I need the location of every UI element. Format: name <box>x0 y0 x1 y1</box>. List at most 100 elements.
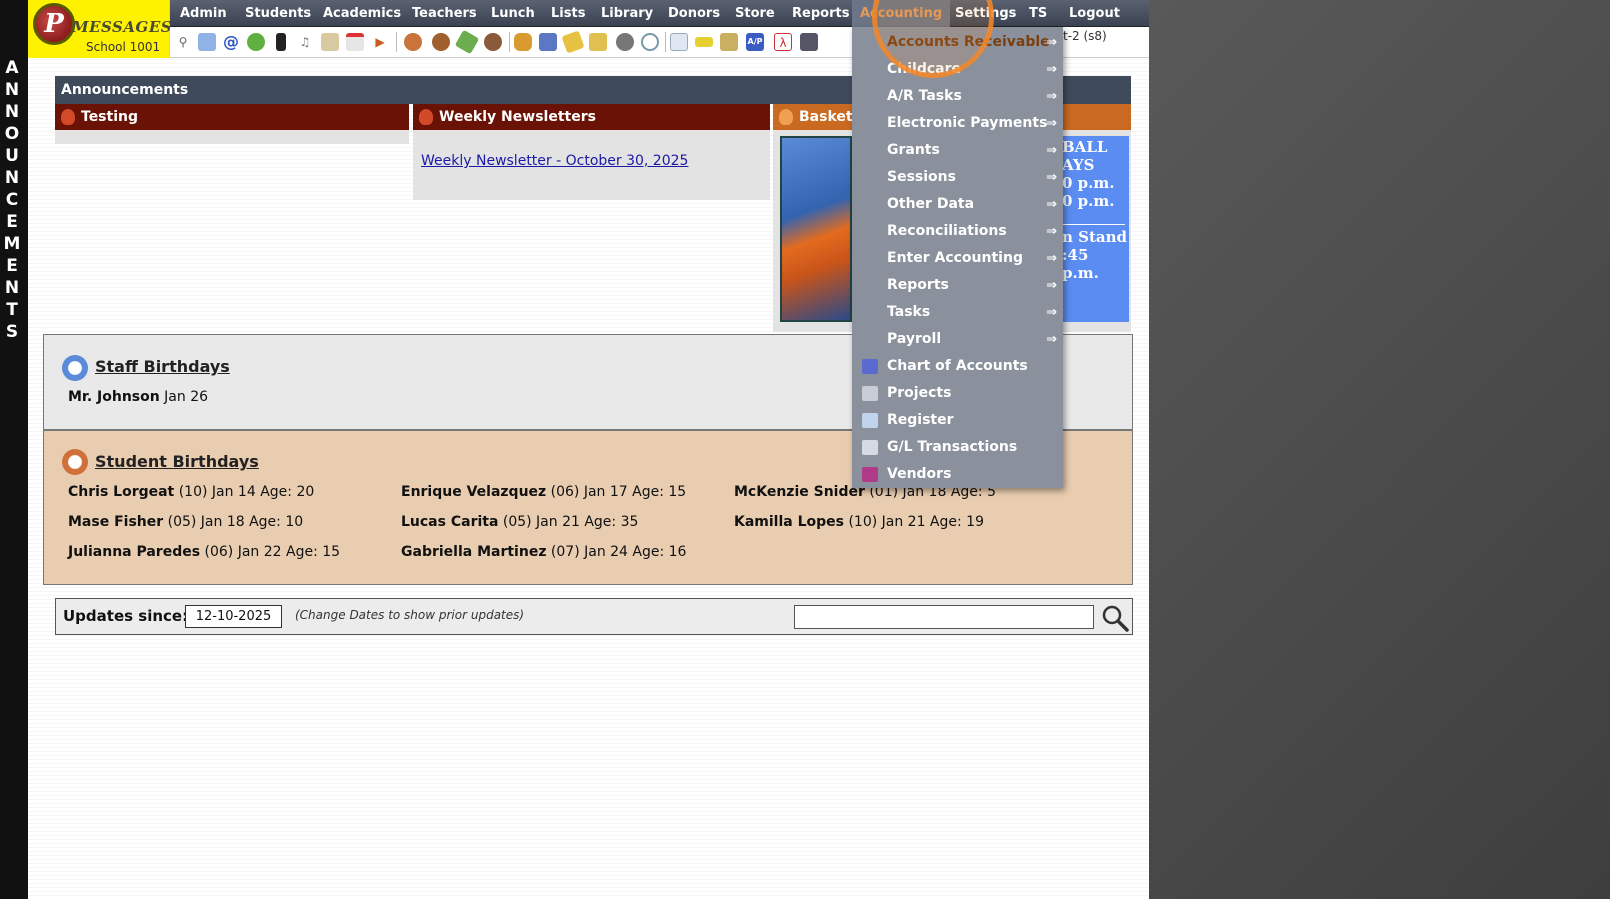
staff-birthday-entry: Mr. Johnson Jan 26 <box>68 389 208 405</box>
updates-date-input[interactable]: 12-10-2025 <box>185 605 282 628</box>
phone-icon[interactable] <box>276 33 286 51</box>
menu-item-a-r-tasks[interactable]: A/R Tasks ⇒ <box>852 83 1063 110</box>
student-birthday-detail: (06) Jan 17 Age: 15 <box>546 484 687 500</box>
submenu-arrow-icon: ⇒ <box>1046 278 1057 293</box>
menu-item-sessions[interactable]: Sessions ⇒ <box>852 164 1063 191</box>
calendar-icon[interactable] <box>346 33 364 51</box>
announcement-testing-header: Testing <box>55 104 409 130</box>
nav-students[interactable]: Students <box>245 0 311 27</box>
app-logo[interactable]: P MESSAGES School 1001 <box>28 0 173 58</box>
announcement-testing-body <box>55 130 409 144</box>
nav-lists[interactable]: Lists <box>551 0 585 27</box>
updates-hint: (Change Dates to show prior updates) <box>295 608 525 622</box>
nav-library[interactable]: Library <box>601 0 653 27</box>
menu-item-reports[interactable]: Reports ⇒ <box>852 272 1063 299</box>
grid-icon[interactable] <box>670 33 688 51</box>
menu-item-chart-of-accounts[interactable]: Chart of Accounts <box>852 353 1063 380</box>
pdf-icon[interactable]: λ <box>774 33 792 51</box>
document-icon[interactable] <box>321 33 339 51</box>
schedule-divider <box>1062 224 1125 225</box>
menu-item-label: Grants <box>887 142 940 158</box>
clock-icon[interactable] <box>641 33 659 51</box>
speaker-icon[interactable]: ♫ <box>296 33 314 51</box>
nav-store[interactable]: Store <box>735 0 775 27</box>
student-birthdays-title[interactable]: Student Birthdays <box>95 452 259 471</box>
card-icon[interactable] <box>695 37 713 47</box>
updates-search-input[interactable] <box>794 605 1094 629</box>
student-birthday-detail: (10) Jan 21 Age: 19 <box>844 514 984 530</box>
newsletter-link[interactable]: Weekly Newsletter - October 30, 2025 <box>421 153 688 169</box>
toolbar-separator <box>665 32 666 52</box>
menu-item-payroll[interactable]: Payroll ⇒ <box>852 326 1063 353</box>
stack-icon[interactable] <box>800 33 818 51</box>
schedule-line: n Stand <box>1062 228 1128 246</box>
staff-birthdays-title[interactable]: Staff Birthdays <box>95 357 230 376</box>
logo-title: MESSAGES <box>72 18 173 36</box>
nav-lunch[interactable]: Lunch <box>491 0 535 27</box>
gl-chart-icon <box>862 359 878 374</box>
student-name: Julianna Paredes <box>68 544 201 560</box>
search-icon[interactable] <box>1100 603 1130 633</box>
menu-item-grants[interactable]: Grants ⇒ <box>852 137 1063 164</box>
nav-logout[interactable]: Logout <box>1069 0 1120 27</box>
megaphone-icon[interactable]: ▶ <box>371 33 389 51</box>
menu-item-vendors[interactable]: Vendors <box>852 461 1063 488</box>
updates-label: Updates since: <box>63 607 189 625</box>
projects-list-icon <box>862 386 878 401</box>
menu-item-label: Payroll <box>887 331 942 347</box>
ap-icon[interactable]: A/P <box>746 33 764 51</box>
nav-ts[interactable]: TS <box>1029 0 1047 27</box>
student-birthday-entry: Lucas Carita (05) Jan 21 Age: 35 <box>401 514 638 530</box>
menu-item-tasks[interactable]: Tasks ⇒ <box>852 299 1063 326</box>
staff-birthday-date: Jan 26 <box>159 389 209 405</box>
side-letter: N <box>4 102 20 122</box>
student-birthday-entry: Kamilla Lopes (10) Jan 21 Age: 19 <box>734 514 984 530</box>
menu-item-reconciliations[interactable]: Reconciliations ⇒ <box>852 218 1063 245</box>
menu-item-label: Tasks <box>887 304 931 320</box>
announcement-newsletters-title: Weekly Newsletters <box>439 109 596 125</box>
logo-emblem: P <box>33 3 75 45</box>
pin-icon <box>779 109 793 125</box>
chat-icon[interactable] <box>247 33 265 51</box>
printer-icon[interactable] <box>720 33 738 51</box>
nav-teachers[interactable]: Teachers <box>412 0 477 27</box>
menu-item-g-l-transactions[interactable]: G/L Transactions <box>852 434 1063 461</box>
person-icon[interactable] <box>616 33 634 51</box>
menu-item-projects[interactable]: Projects <box>852 380 1063 407</box>
student-icon[interactable] <box>404 33 422 51</box>
teacher-icon[interactable] <box>432 33 450 51</box>
updates-bar: Updates since: 12-10-2025 (Change Dates … <box>55 598 1133 635</box>
school-name: School 1001 <box>86 40 161 54</box>
email-icon[interactable]: @ <box>222 33 240 51</box>
menu-item-label: Enter Accounting <box>887 250 1023 266</box>
menu-item-electronic-payments[interactable]: Electronic Payments ⇒ <box>852 110 1063 137</box>
menu-item-other-data[interactable]: Other Data ⇒ <box>852 191 1063 218</box>
group-icon[interactable] <box>484 33 502 51</box>
side-letter: C <box>5 190 19 210</box>
table-icon[interactable] <box>198 33 216 51</box>
submenu-arrow-icon: ⇒ <box>1046 62 1057 77</box>
lunch-icon[interactable] <box>514 33 532 51</box>
nav-academics[interactable]: Academics <box>323 0 401 27</box>
student-birthday-detail: (05) Jan 21 Age: 35 <box>498 514 639 530</box>
submenu-arrow-icon: ⇒ <box>1046 305 1057 320</box>
nav-reports[interactable]: Reports <box>792 0 849 27</box>
tag-icon[interactable] <box>561 30 585 54</box>
book-icon[interactable] <box>539 33 557 51</box>
menu-item-label: Projects <box>887 385 952 401</box>
search-icon[interactable]: ⚲ <box>174 33 192 51</box>
student-birthday-detail: (05) Jan 18 Age: 10 <box>163 514 304 530</box>
schedule-line: AYS <box>1062 156 1095 174</box>
accounting-dropdown-menu: Accounts Receivable ⇒ Childcare ⇒ A/R Tasks ⇒… <box>852 27 1063 488</box>
money-icon[interactable] <box>454 29 480 55</box>
student-birthday-detail: (07) Jan 24 Age: 16 <box>546 544 687 560</box>
student-birthday-entry: Mase Fisher (05) Jan 18 Age: 10 <box>68 514 303 530</box>
menu-item-enter-accounting[interactable]: Enter Accounting ⇒ <box>852 245 1063 272</box>
birthday-cake-icon <box>62 355 88 381</box>
toolbar-separator <box>509 32 510 52</box>
staff-name: Mr. Johnson <box>68 389 160 405</box>
nav-admin[interactable]: Admin <box>180 0 227 27</box>
forward-icon[interactable] <box>589 33 607 51</box>
menu-item-register[interactable]: Register <box>852 407 1063 434</box>
nav-donors[interactable]: Donors <box>668 0 720 27</box>
